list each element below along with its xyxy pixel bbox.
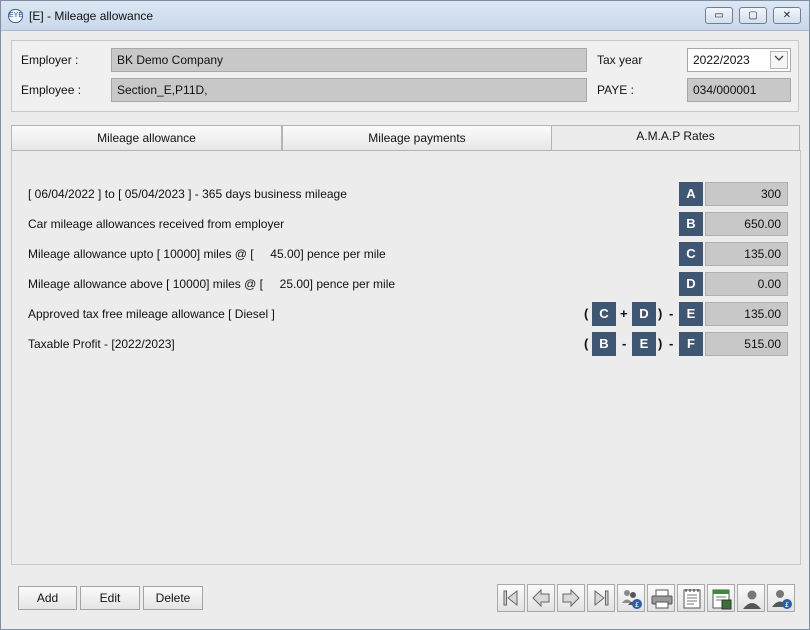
formula-e-close: ): [658, 306, 663, 321]
first-record-icon[interactable]: [497, 584, 525, 612]
value-f: 515.00: [705, 332, 788, 356]
maximize-button[interactable]: ▢: [739, 7, 767, 24]
delete-button[interactable]: Delete: [143, 586, 203, 610]
notes-icon[interactable]: [677, 584, 705, 612]
employer-header-panel: Employer : BK Demo Company Employee : Se…: [11, 40, 799, 112]
formula-e-right-badge: D: [632, 302, 656, 326]
formula-f-dash: -: [669, 336, 674, 351]
formula-f-close: ): [658, 336, 663, 351]
title-bar: EYE [E] - Mileage allowance ▭ ▢ ✕: [1, 1, 809, 31]
minimize-button[interactable]: ▭: [705, 7, 733, 24]
employees-money-icon[interactable]: £: [617, 584, 645, 612]
window-title: [E] - Mileage allowance: [29, 9, 154, 23]
tab-mileage-payments[interactable]: Mileage payments: [282, 125, 552, 151]
employer-field: BK Demo Company: [111, 48, 587, 72]
value-b: 650.00: [705, 212, 788, 236]
formula-f-left-badge: B: [592, 332, 616, 356]
print-icon[interactable]: [647, 584, 675, 612]
formula-e-dash: -: [669, 306, 674, 321]
paye-label: PAYE :: [597, 83, 634, 97]
chevron-down-icon[interactable]: [770, 51, 788, 69]
formula-e-left-badge: C: [592, 302, 616, 326]
formula-f-operator: -: [622, 336, 627, 351]
tab-strip: Mileage allowance Mileage payments A.M.A…: [11, 125, 801, 151]
user-money-icon[interactable]: £: [767, 584, 795, 612]
employer-label: Employer :: [21, 53, 79, 67]
badge-d: D: [679, 272, 703, 296]
tax-year-label: Tax year: [597, 53, 643, 67]
formula-f-open: (: [584, 336, 589, 351]
value-a: 300: [705, 182, 788, 206]
next-record-icon[interactable]: [557, 584, 585, 612]
calculator-sheet-icon[interactable]: [707, 584, 735, 612]
value-c: 135.00: [705, 242, 788, 266]
employee-field: Section_E,P11D,: [111, 78, 587, 102]
tax-year-select[interactable]: 2022/2023: [687, 48, 791, 72]
badge-c: C: [679, 242, 703, 266]
svg-text:£: £: [635, 601, 639, 609]
tab-amap-rates[interactable]: A.M.A.P Rates: [551, 125, 800, 151]
value-d: 0.00: [705, 272, 788, 296]
badge-b: B: [679, 212, 703, 236]
svg-text:£: £: [785, 601, 789, 609]
edit-button[interactable]: Edit: [80, 586, 140, 610]
last-record-icon[interactable]: [587, 584, 615, 612]
tax-year-value: 2022/2023: [693, 53, 750, 67]
mileage-allowance-window: EYE [E] - Mileage allowance ▭ ▢ ✕ Employ…: [0, 0, 810, 630]
formula-e-operator: +: [620, 306, 628, 321]
row-label-approved-tax-free: Approved tax free mileage allowance [ Di…: [28, 307, 275, 321]
row-label-allowance-above: Mileage allowance above [ 10000] miles @…: [28, 277, 396, 291]
paye-field: 034/000001: [687, 78, 791, 102]
row-label-taxable-profit: Taxable Profit - [2022/2023]: [28, 337, 175, 351]
row-label-allowances-received: Car mileage allowances received from emp…: [28, 217, 285, 231]
close-button[interactable]: ✕: [773, 7, 801, 24]
app-icon: EYE: [8, 9, 23, 23]
employee-label: Employee :: [21, 83, 82, 97]
row-label-business-mileage: [ 06/04/2022 ] to [ 05/04/2023 ] - 365 d…: [28, 187, 347, 201]
badge-f: F: [679, 332, 703, 356]
badge-e: E: [679, 302, 703, 326]
value-e: 135.00: [705, 302, 788, 326]
badge-a: A: [679, 182, 703, 206]
tab-mileage-allowance[interactable]: Mileage allowance: [11, 125, 282, 151]
formula-f-right-badge: E: [632, 332, 656, 356]
user-icon[interactable]: [737, 584, 765, 612]
formula-e-open: (: [584, 306, 589, 321]
row-label-allowance-upto: Mileage allowance upto [ 10000] miles @ …: [28, 247, 386, 261]
previous-record-icon[interactable]: [527, 584, 555, 612]
add-button[interactable]: Add: [18, 586, 77, 610]
